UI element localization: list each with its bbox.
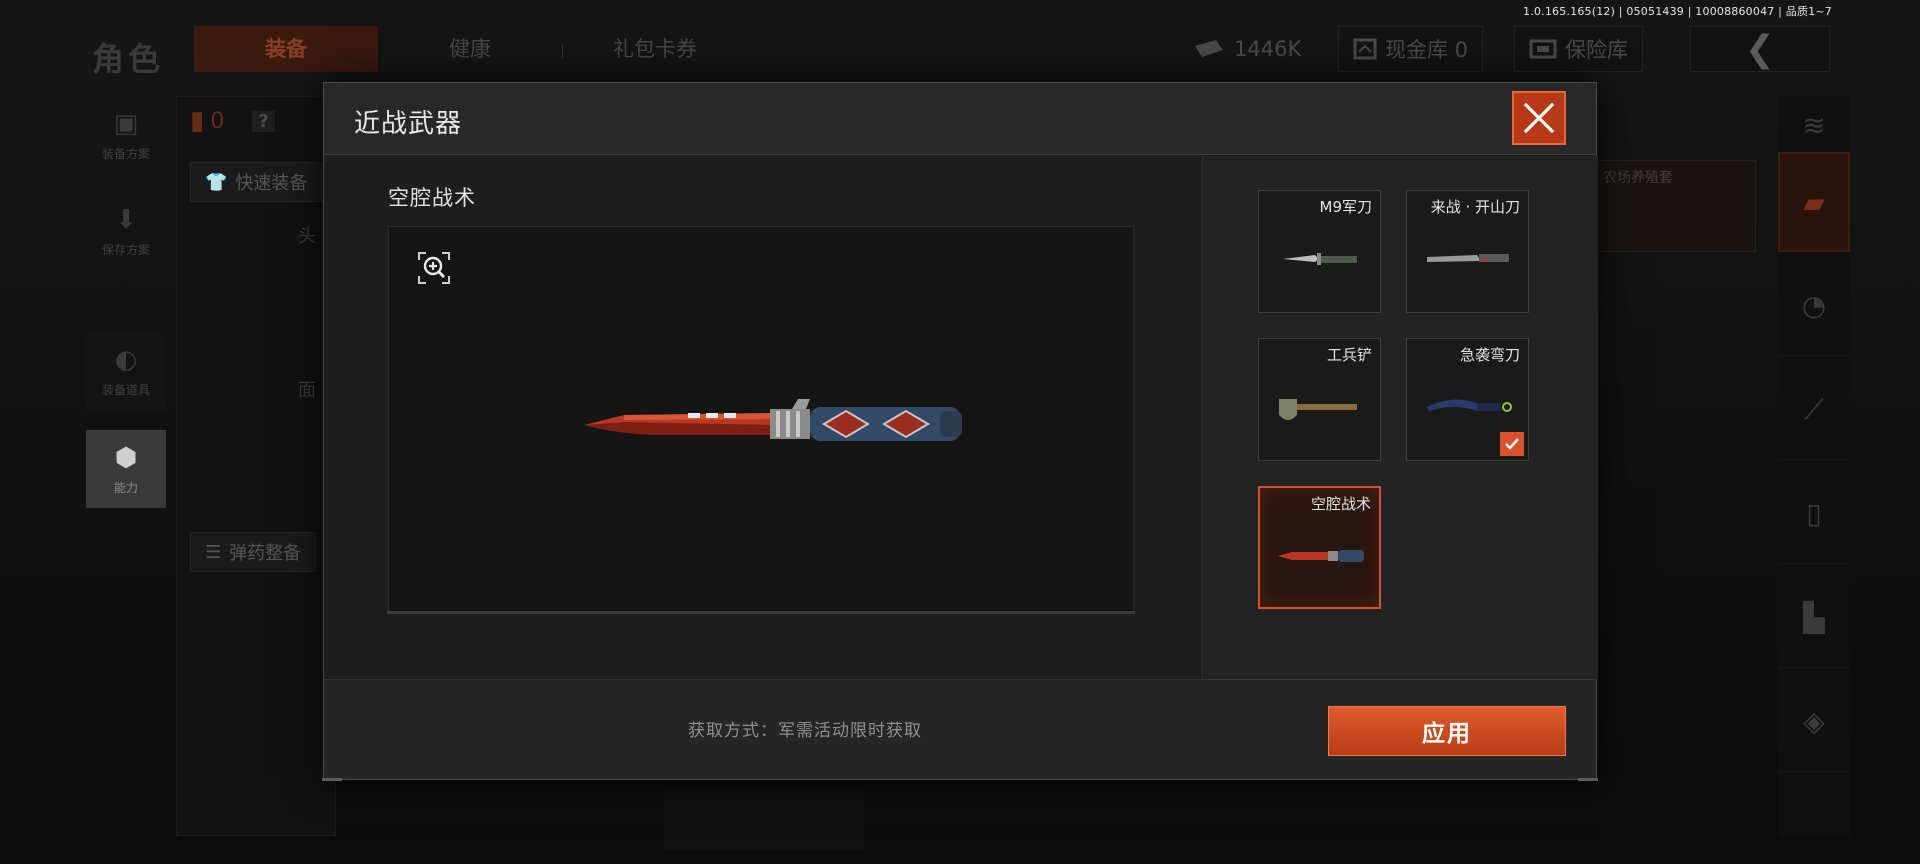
cash-vault-label: 现金库 0 xyxy=(1385,38,1469,62)
tab-divider xyxy=(562,44,563,58)
weapon-preview[interactable] xyxy=(387,226,1135,614)
armor-counter: ▮ 0 ? xyxy=(190,106,275,136)
item-label: M9军刀 xyxy=(1319,198,1373,216)
nav-label: 装备道具 xyxy=(101,382,150,397)
loadout-panel xyxy=(176,96,336,836)
rail-magazine-icon[interactable]: ▯ xyxy=(1778,464,1850,564)
ammo-equip-button[interactable]: ☰ 弹药整备 xyxy=(190,532,317,572)
apply-button[interactable]: 应用 xyxy=(1328,706,1566,756)
slot-face-label: 面 xyxy=(298,380,316,401)
side-cards: 农场养殖套 xyxy=(1596,160,1756,252)
karambit-icon xyxy=(1427,399,1512,412)
banknote-icon xyxy=(1195,40,1223,57)
safe-box-button[interactable]: 保险库 xyxy=(1514,26,1643,72)
weapon-item-m9[interactable]: M9军刀 xyxy=(1258,190,1381,313)
safe-box-label: 保险库 xyxy=(1565,38,1628,62)
download-icon: ⬇ xyxy=(115,204,137,235)
nav-save-plan[interactable]: ⬇ 保存方案 xyxy=(86,192,166,270)
tactical-knife-icon xyxy=(1278,550,1364,562)
weapon-item-shovel[interactable]: 工兵铲 xyxy=(1258,338,1381,461)
vest-icon: ▣ xyxy=(113,108,139,139)
corner-deco xyxy=(322,778,342,781)
corner-deco xyxy=(1578,778,1598,781)
close-button[interactable] xyxy=(1512,91,1566,145)
weapon-item-karambit[interactable]: 急袭弯刀 xyxy=(1406,338,1529,461)
armor-icon: ▮ xyxy=(190,106,205,136)
tab-equipment[interactable]: 装备 xyxy=(194,26,378,72)
close-icon xyxy=(1523,102,1555,134)
nav-equipment-plan[interactable]: ▣ 装备方案 xyxy=(86,96,166,174)
chevron-left-icon: ❮ xyxy=(1744,28,1776,70)
cash-vault-icon xyxy=(1353,38,1377,60)
bayonet-knife-icon xyxy=(1283,253,1357,265)
helmet-icon: ◐ xyxy=(114,344,138,375)
quick-equip-button[interactable]: 👕 快速装备 xyxy=(190,162,323,202)
item-label: 急袭弯刀 xyxy=(1459,346,1520,364)
rail-armor-icon[interactable]: ◈ xyxy=(1778,672,1850,772)
ammo-icon: ☰ xyxy=(205,541,222,563)
zoom-in-icon[interactable] xyxy=(417,251,451,285)
back-button[interactable]: ❮ xyxy=(1690,26,1830,72)
weapon-list: M9军刀 来战 · 开山刀 工兵铲 急袭弯刀 空腔战术 xyxy=(1202,156,1598,680)
nav-equipment-items[interactable]: ◐ 装备道具 xyxy=(86,332,166,410)
lightning-icon: ⬢ xyxy=(114,442,138,473)
tactical-knife-image xyxy=(584,399,962,441)
top-bar: 角色 装备 健康 礼包卡券 1446K 现金库 0 保险库 ❮ xyxy=(0,20,1920,80)
rail-melee-icon[interactable]: ▰ xyxy=(1778,152,1850,252)
equipped-check-icon xyxy=(1500,432,1524,456)
selected-weapon-name: 空腔战术 xyxy=(388,186,476,210)
weapon-item-machete[interactable]: 来战 · 开山刀 xyxy=(1406,190,1529,313)
item-label: 来战 · 开山刀 xyxy=(1430,198,1520,216)
bottom-melee-slot[interactable] xyxy=(664,790,864,850)
version-info: 1.0.165.165(12) | 05051439 | 10008860047… xyxy=(1523,5,1832,18)
rail-grenade-icon[interactable]: ▙ xyxy=(1778,568,1850,668)
weapon-item-hollow-tactical[interactable]: 空腔战术 xyxy=(1258,486,1381,609)
tab-health[interactable]: 健康 xyxy=(420,26,520,72)
help-icon[interactable]: ? xyxy=(252,110,275,132)
shovel-icon xyxy=(1279,399,1357,420)
machete-icon xyxy=(1427,254,1509,262)
tab-gift-vouchers[interactable]: 礼包卡券 xyxy=(590,26,720,72)
nav-label: 能力 xyxy=(113,480,138,495)
slot-head-label: 头 xyxy=(298,226,316,247)
quick-equip-label: 快速装备 xyxy=(235,173,308,194)
right-rail: ≋ ▰ ◔ ⟋ ▯ ▙ ◈ xyxy=(1778,96,1850,836)
currency-display: 1446K xyxy=(1192,26,1301,72)
nav-ability[interactable]: ⬢ 能力 xyxy=(86,430,166,508)
acquire-method: 获取方式：军需活动限时获取 xyxy=(688,721,922,741)
melee-weapon-modal: 近战武器 空腔战术 M9军刀 来战 · 开山刀 工兵铲 急袭弯刀 空腔战术 获取… xyxy=(322,82,1598,781)
side-card-label: 农场养殖套 xyxy=(1603,170,1673,186)
ammo-equip-label: 弹药整备 xyxy=(229,543,302,564)
modal-footer: 获取方式：军需活动限时获取 应用 xyxy=(324,679,1596,779)
rail-rifle-icon[interactable]: ⟋ xyxy=(1778,360,1850,460)
modal-header: 近战武器 xyxy=(324,83,1596,155)
cash-vault-button[interactable]: 现金库 0 xyxy=(1338,26,1484,72)
currency-value: 1446K xyxy=(1234,37,1302,61)
nav-label: 保存方案 xyxy=(101,242,150,257)
safe-box-icon xyxy=(1529,39,1557,59)
shirt-icon: 👕 xyxy=(205,171,228,193)
modal-title: 近战武器 xyxy=(354,109,463,139)
page-title: 角色 xyxy=(92,40,165,78)
stack-icon[interactable]: ≋ xyxy=(1778,96,1850,156)
armor-count: 0 xyxy=(210,108,225,134)
item-label: 工兵铲 xyxy=(1326,346,1372,364)
weapon-preview-area: 空腔战术 xyxy=(324,156,1201,680)
nav-label: 装备方案 xyxy=(101,146,150,161)
item-label: 空腔战术 xyxy=(1310,495,1371,513)
rail-helmet-icon[interactable]: ◔ xyxy=(1778,256,1850,356)
